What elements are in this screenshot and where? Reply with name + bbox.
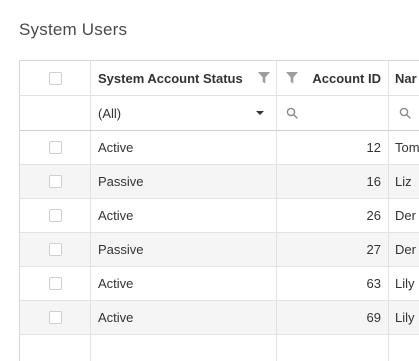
search-icon [286, 107, 298, 119]
empty-cell [389, 335, 419, 361]
row-select-cell [20, 199, 91, 232]
account-id-cell: 16 [277, 165, 389, 198]
table-row[interactable]: Active 12 Tom [20, 131, 419, 165]
grid-header-row: System Account Status Account ID Nar [20, 61, 419, 96]
status-filter-select[interactable]: (All) [91, 96, 277, 130]
name-cell: Tom [395, 140, 419, 155]
status-filter-value: (All) [98, 105, 122, 121]
status-cell: Passive [91, 233, 277, 266]
column-header-account-id-label: Account ID [312, 70, 381, 86]
name-filter-input[interactable] [389, 96, 419, 130]
users-grid: System Account Status Account ID Nar (Al… [19, 60, 419, 361]
empty-cell [277, 335, 389, 361]
filter-icon[interactable] [285, 71, 299, 85]
filter-icon[interactable] [257, 71, 271, 85]
table-row[interactable]: Passive 27 Der [20, 233, 419, 267]
table-row[interactable]: Passive 16 Liz [20, 165, 419, 199]
row-checkbox[interactable] [48, 243, 62, 256]
row-checkbox[interactable] [48, 141, 62, 154]
grid-filter-row: (All) [20, 96, 419, 131]
row-select-cell [20, 267, 91, 300]
account-id-cell: 26 [277, 199, 389, 232]
status-cell: Active [91, 131, 277, 164]
empty-row [20, 335, 419, 361]
column-header-account-id[interactable]: Account ID [277, 61, 389, 95]
search-icon [399, 107, 411, 119]
row-checkbox[interactable] [48, 311, 62, 324]
row-select-cell [20, 165, 91, 198]
table-row[interactable]: Active 26 Der [20, 199, 419, 233]
account-id-filter-input[interactable] [277, 96, 389, 130]
status-cell: Active [91, 301, 277, 334]
table-row[interactable]: Active 69 Lily [20, 301, 419, 335]
header-select-all-cell [20, 61, 91, 95]
select-all-checkbox[interactable] [48, 71, 62, 85]
row-checkbox[interactable] [48, 209, 62, 222]
row-select-cell [20, 301, 91, 334]
column-header-name-label: Nar [395, 70, 417, 86]
name-cell: Lily [395, 310, 415, 325]
account-id-cell: 27 [277, 233, 389, 266]
status-cell: Passive [91, 165, 277, 198]
name-cell: Der [395, 242, 416, 257]
empty-cell [91, 335, 277, 361]
column-header-status-label: System Account Status [98, 70, 243, 86]
row-select-cell [20, 233, 91, 266]
column-header-name[interactable]: Nar [389, 61, 419, 95]
account-id-cell: 12 [277, 131, 389, 164]
name-cell: Lily [395, 276, 415, 291]
table-row[interactable]: Active 63 Lily [20, 267, 419, 301]
row-select-cell [20, 131, 91, 164]
status-cell: Active [91, 199, 277, 232]
page-title: System Users [19, 20, 128, 39]
filter-row-empty-cell [20, 96, 91, 130]
column-header-status[interactable]: System Account Status [91, 61, 277, 95]
row-checkbox[interactable] [48, 277, 62, 290]
empty-cell [20, 335, 91, 361]
chevron-down-icon[interactable] [256, 111, 264, 115]
account-id-cell: 63 [277, 267, 389, 300]
row-checkbox[interactable] [48, 175, 62, 188]
account-id-cell: 69 [277, 301, 389, 334]
status-cell: Active [91, 267, 277, 300]
name-cell: Der [395, 208, 416, 223]
name-cell: Liz [395, 174, 412, 189]
